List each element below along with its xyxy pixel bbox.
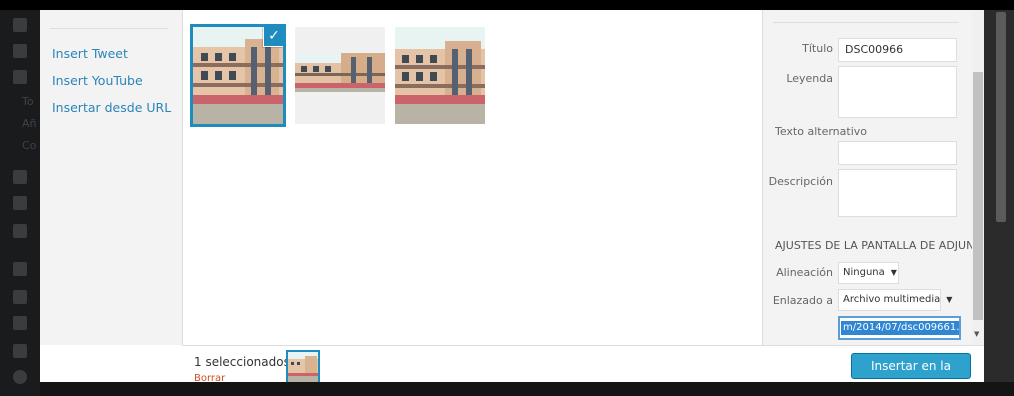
building-image xyxy=(288,352,318,382)
media-toolbar: 1 seleccionados Borrar Insertar en la pá… xyxy=(182,345,984,382)
title-input[interactable]: DSC00966 xyxy=(838,38,957,62)
attachment-thumbnail[interactable] xyxy=(395,27,485,124)
menu-item-insert-from-url[interactable]: Insertar desde URL xyxy=(52,100,171,115)
sidebar-item-label[interactable]: Co xyxy=(22,139,36,152)
link-to-value: Archivo multimedia xyxy=(843,294,941,305)
insert-into-page-button[interactable]: Insertar en la página xyxy=(851,353,971,379)
alignment-label: Alineación xyxy=(776,266,833,279)
menu-item-insert-tweet[interactable]: Insert Tweet xyxy=(52,46,128,61)
building-image xyxy=(295,27,385,124)
building-image xyxy=(395,27,485,124)
comments-icon[interactable] xyxy=(13,196,27,210)
folder-icon[interactable] xyxy=(13,170,27,184)
link-to-label: Enlazado a xyxy=(772,294,833,307)
attachment-thumbnail[interactable] xyxy=(295,27,385,124)
alt-text-input[interactable] xyxy=(838,141,957,165)
settings-icon[interactable] xyxy=(13,18,27,32)
top-bar xyxy=(0,0,1014,10)
collapse-icon[interactable] xyxy=(13,370,27,384)
page-icon[interactable] xyxy=(13,70,27,84)
users-icon[interactable] xyxy=(13,290,27,304)
settings-grid-icon[interactable] xyxy=(13,344,27,358)
details-scrollbar-thumb[interactable] xyxy=(973,72,983,320)
page-scrollbar-thumb[interactable] xyxy=(996,12,1006,222)
tools-icon[interactable] xyxy=(13,316,27,330)
check-icon[interactable]: ✓ xyxy=(264,27,283,46)
backdrop xyxy=(40,382,1014,396)
sidebar-item-label[interactable]: Añ xyxy=(22,117,37,130)
details-separator xyxy=(773,22,959,23)
link-icon[interactable] xyxy=(13,44,27,58)
description-label: Descripción xyxy=(768,175,833,188)
appearance-icon[interactable] xyxy=(13,224,27,238)
description-textarea[interactable] xyxy=(838,169,957,217)
caption-label: Leyenda xyxy=(786,72,833,85)
settings-heading: Ajustes de la pantalla de adjuntos xyxy=(775,239,984,252)
link-url-input[interactable]: m/2014/07/dsc009661.jpg xyxy=(838,316,961,340)
plugins-icon[interactable] xyxy=(13,262,27,276)
scroll-down-icon[interactable]: ▼ xyxy=(974,330,979,338)
details-scrollbar[interactable]: ▼ xyxy=(972,10,984,345)
page-scrollbar-area xyxy=(984,10,1014,396)
alt-text-label: Texto alternativo xyxy=(775,125,868,138)
caption-textarea[interactable] xyxy=(838,66,957,118)
admin-sidebar: To Añ Co xyxy=(0,10,40,396)
link-url-value: m/2014/07/dsc009661.jpg xyxy=(841,321,959,335)
menu-separator xyxy=(50,28,168,29)
attachment-thumbnail[interactable]: ✓ xyxy=(193,27,283,124)
media-menu: Insert Tweet Insert YouTube Insertar des… xyxy=(40,10,183,345)
chevron-down-icon: ▼ xyxy=(890,268,897,277)
sidebar-item-label[interactable]: To xyxy=(22,95,34,108)
alignment-value: Ninguna xyxy=(843,267,885,278)
media-modal: Insert Tweet Insert YouTube Insertar des… xyxy=(40,10,984,382)
link-to-select[interactable]: Archivo multimedia ▼ xyxy=(838,289,952,311)
alignment-select[interactable]: Ninguna ▼ xyxy=(838,262,899,284)
selection-count: 1 seleccionados xyxy=(194,355,290,369)
chevron-down-icon: ▼ xyxy=(946,295,953,304)
attachments-browser: ✓ xyxy=(183,10,761,345)
clear-selection-link[interactable]: Borrar xyxy=(194,373,225,382)
attachment-details: Título DSC00966 Leyenda Texto alternativ… xyxy=(762,10,984,345)
menu-item-insert-youtube[interactable]: Insert YouTube xyxy=(52,73,143,88)
selection-thumbnail[interactable] xyxy=(288,352,318,382)
title-label: Título xyxy=(802,42,833,55)
